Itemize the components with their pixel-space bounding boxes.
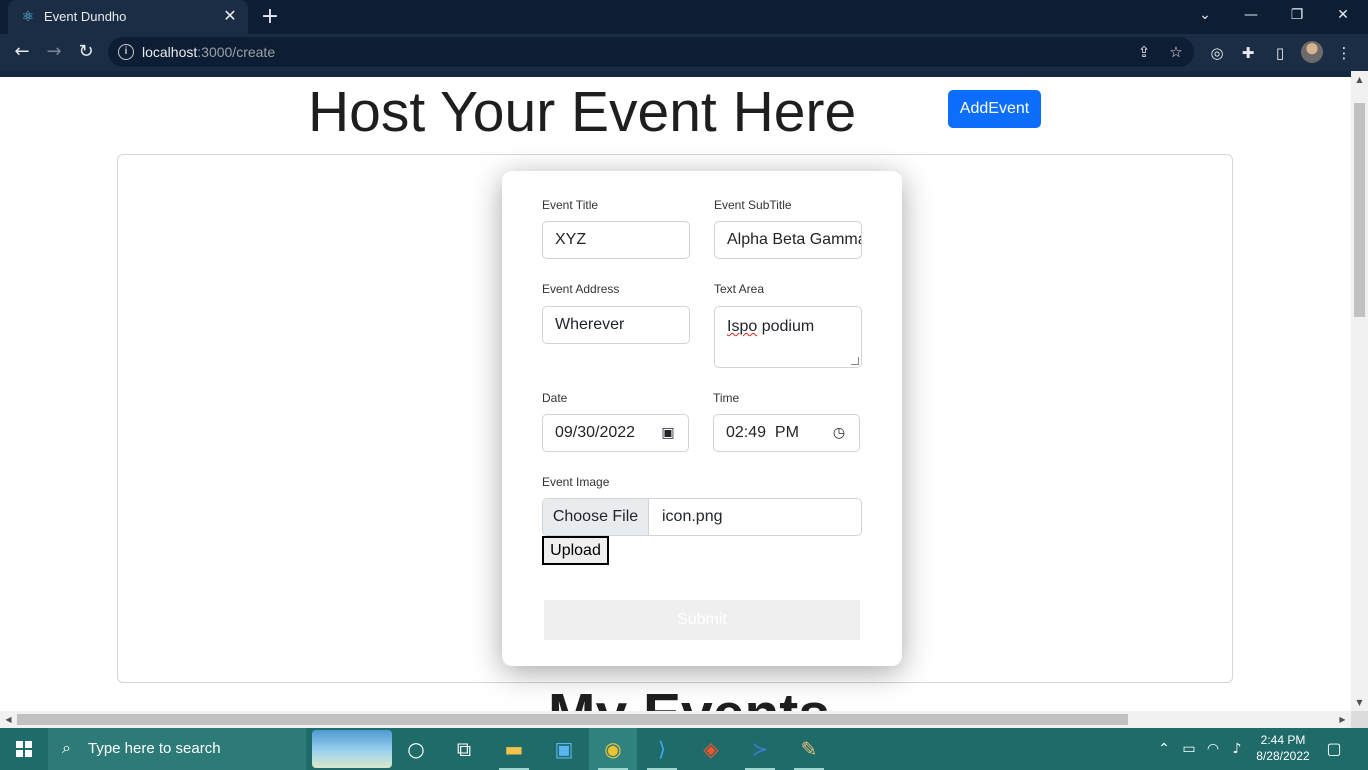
taskbar-search-placeholder: Type here to search xyxy=(88,740,221,757)
event-image-label: Event Image xyxy=(542,475,610,489)
url-text: localhost:3000/create xyxy=(142,44,276,60)
forward-icon[interactable]: → xyxy=(41,39,67,65)
upload-button[interactable]: Upload xyxy=(542,536,609,565)
windows-logo-icon xyxy=(16,741,32,757)
file-explorer-icon[interactable]: ▬ xyxy=(490,728,538,770)
performance-icon[interactable]: ◎ xyxy=(1205,41,1229,65)
back-icon[interactable]: ← xyxy=(9,39,35,65)
reload-icon[interactable]: ↻ xyxy=(73,39,99,65)
date-input[interactable]: 09/30/2022 ▣ xyxy=(542,414,689,452)
info-icon[interactable]: i xyxy=(118,44,134,60)
notification-icon[interactable]: ▢ xyxy=(1320,728,1348,770)
scroll-down-icon[interactable]: ▼ xyxy=(1351,694,1368,711)
clock-time: 2:44 PM xyxy=(1260,733,1306,747)
chevron-down-icon[interactable]: ⌄ xyxy=(1182,0,1228,34)
paint-icon[interactable]: ✎ xyxy=(785,728,833,770)
tab-title: Event Dundho xyxy=(44,9,127,24)
powershell-icon[interactable]: ≻ xyxy=(736,728,784,770)
event-address-input[interactable]: Wherever xyxy=(542,306,690,344)
window-close-icon[interactable]: ✕ xyxy=(1320,0,1366,34)
vertical-scroll-thumb[interactable] xyxy=(1354,103,1365,317)
scroll-up-icon[interactable]: ▲ xyxy=(1351,71,1368,88)
brave-icon[interactable]: ◈ xyxy=(687,728,735,770)
react-icon: ⚛ xyxy=(21,9,35,25)
search-icon: ⌕ xyxy=(62,738,71,757)
event-title-input[interactable]: XYZ xyxy=(542,221,690,259)
star-icon[interactable]: ☆ xyxy=(1165,41,1187,63)
event-subtitle-label: Event SubTitle xyxy=(714,198,792,212)
browser-tab[interactable]: ⚛ Event Dundho ✕ xyxy=(8,0,248,34)
horizontal-scroll-thumb[interactable] xyxy=(17,714,1128,725)
minimize-icon[interactable]: — xyxy=(1228,0,1274,34)
clock-icon[interactable]: ◷ xyxy=(831,425,847,441)
extension-icon[interactable]: ✚ xyxy=(1236,41,1260,65)
my-events-heading: My Events xyxy=(548,681,830,711)
sidebar-icon[interactable]: ▯ xyxy=(1268,41,1292,65)
time-value: 02:49 PM xyxy=(726,424,799,441)
address-bar[interactable]: i localhost:3000/create ⇪ ☆ xyxy=(108,37,1194,67)
resize-handle[interactable] xyxy=(851,357,859,365)
page-viewport: Host Your Event Here AddEvent Event Titl… xyxy=(0,77,1351,711)
clock-date: 8/28/2022 xyxy=(1256,749,1310,763)
cortana-icon[interactable]: ○ xyxy=(392,728,440,770)
windows-taskbar: ⌕ Type here to search ○ ⧉ ▬ ▣ ◉ ⟩ ◈ ≻ ✎ … xyxy=(0,728,1368,770)
remote-desktop-icon[interactable]: ▣ xyxy=(540,728,588,770)
chrome-icon[interactable]: ◉ xyxy=(589,728,637,770)
scroll-right-icon[interactable]: ▶ xyxy=(1334,711,1351,728)
event-image-file-input[interactable]: Choose File icon.png xyxy=(542,498,862,536)
new-tab-button[interactable]: + xyxy=(258,5,282,29)
event-address-label: Event Address xyxy=(542,282,620,296)
add-event-button[interactable]: AddEvent xyxy=(948,90,1041,128)
selected-file-name: icon.png xyxy=(662,508,723,525)
page-title: Host Your Event Here xyxy=(308,80,857,144)
close-icon[interactable]: ✕ xyxy=(220,6,240,26)
choose-file-button[interactable]: Choose File xyxy=(543,499,649,535)
menu-icon[interactable]: ⋮ xyxy=(1332,41,1356,65)
submit-button[interactable]: Submit xyxy=(544,600,860,640)
start-button[interactable] xyxy=(0,728,48,770)
browser-toolbar: ← → ↻ i localhost:3000/create ⇪ ☆ ◎ ✚ ▯ … xyxy=(0,34,1368,71)
date-value: 09/30/2022 xyxy=(555,424,636,441)
vertical-scrollbar[interactable]: ▲ ▼ xyxy=(1351,71,1368,711)
browser-titlebar: ⚛ Event Dundho ✕ + ⌄ — ❐ ✕ xyxy=(0,0,1368,34)
taskbar-search[interactable]: ⌕ Type here to search xyxy=(48,728,306,770)
vscode-icon[interactable]: ⟩ xyxy=(638,728,686,770)
chevron-up-icon[interactable]: ⌃ xyxy=(1154,728,1174,770)
event-subtitle-input[interactable]: Alpha Beta Gamma xyxy=(714,221,862,259)
scrollbar-corner xyxy=(1351,711,1368,728)
textarea-misspelled-word: Ispo xyxy=(727,318,758,335)
time-input[interactable]: 02:49 PM ◷ xyxy=(713,414,860,452)
scroll-left-icon[interactable]: ◀ xyxy=(0,711,17,728)
text-area-input[interactable]: Ispo podium xyxy=(714,306,862,368)
volume-icon[interactable]: ♪ xyxy=(1226,728,1248,770)
event-title-label: Event Title xyxy=(542,198,599,212)
restore-icon[interactable]: ❐ xyxy=(1274,0,1320,34)
avatar[interactable] xyxy=(1301,41,1323,63)
horizontal-scrollbar[interactable]: ◀ ▶ xyxy=(0,711,1351,728)
date-label: Date xyxy=(542,391,568,405)
system-clock[interactable]: 2:44 PM 8/28/2022 xyxy=(1248,732,1318,764)
text-area-label: Text Area xyxy=(714,282,765,296)
calendar-icon[interactable]: ▣ xyxy=(660,425,676,441)
task-view-icon[interactable]: ⧉ xyxy=(440,728,488,770)
event-form-card: Event Title XYZ Event SubTitle Alpha Bet… xyxy=(502,171,902,666)
share-icon[interactable]: ⇪ xyxy=(1133,41,1155,63)
time-label: Time xyxy=(713,391,740,405)
battery-icon[interactable]: ▭ xyxy=(1178,728,1200,770)
wifi-icon[interactable]: ◠ xyxy=(1202,728,1224,770)
textarea-text: podium xyxy=(757,318,815,335)
search-highlight-image[interactable] xyxy=(312,730,392,768)
